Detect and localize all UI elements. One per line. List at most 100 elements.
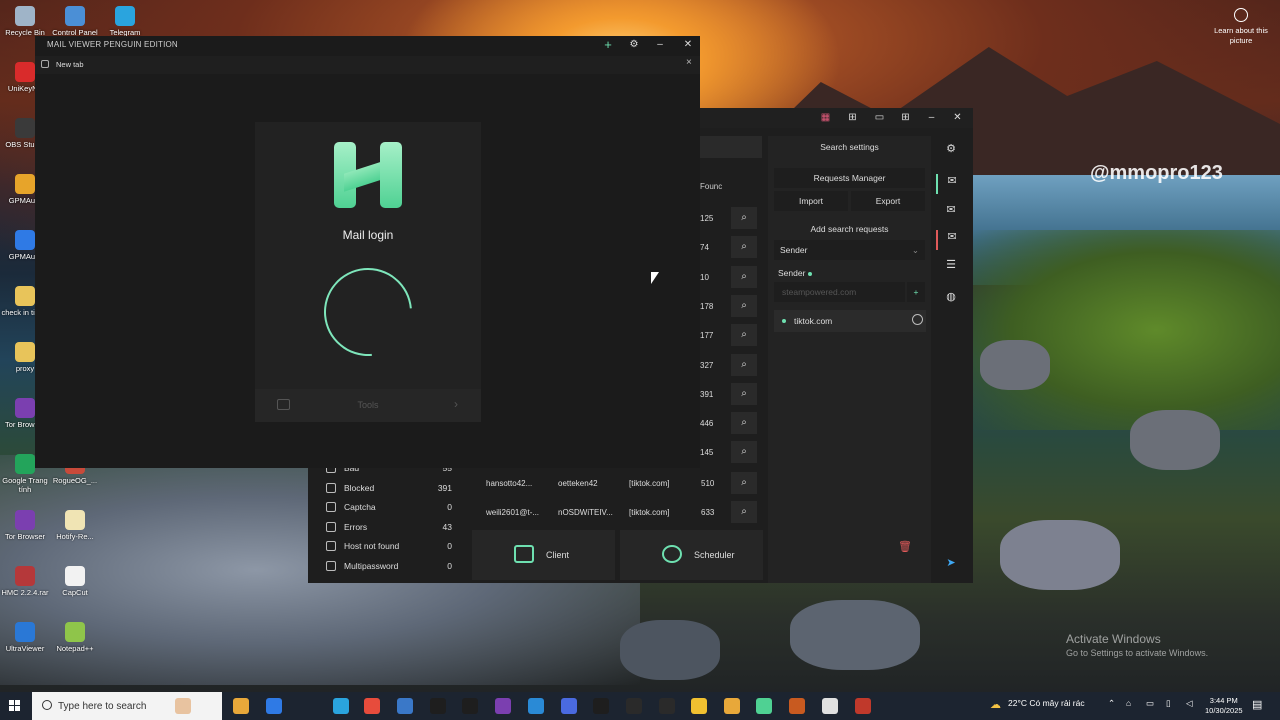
desktop-icon[interactable]: Control Panel: [50, 6, 100, 37]
taskbar-app-icon[interactable]: [789, 698, 805, 714]
settings-icon[interactable]: ⚙: [627, 38, 641, 52]
close-icon[interactable]: ✕: [681, 38, 695, 52]
stat-icon: [326, 521, 336, 532]
send-icon[interactable]: ➤: [936, 556, 966, 576]
taskbar-app-icon[interactable]: [430, 698, 446, 714]
stat-label: Blocked: [344, 482, 375, 493]
stat-row: Errors 43: [326, 521, 452, 537]
mouse-cursor: [651, 272, 659, 284]
search-icon[interactable]: ⌕: [731, 472, 757, 494]
taskbar-app-icon[interactable]: [626, 698, 642, 714]
taskbar-app-icon[interactable]: [659, 698, 675, 714]
export-button[interactable]: Export: [851, 191, 925, 211]
sender-input[interactable]: steampowered.com: [774, 282, 905, 302]
taskbar-app-icon[interactable]: [756, 698, 772, 714]
sender-select[interactable]: Sender ⌄: [774, 240, 925, 260]
desktop-icon[interactable]: Tor Browser: [0, 510, 50, 541]
desktop-icon[interactable]: Recycle Bin: [0, 6, 50, 37]
search-icon[interactable]: ⌕: [731, 324, 757, 347]
apps-icon[interactable]: ⊞: [847, 112, 858, 123]
tab-new[interactable]: New tab: [56, 60, 84, 69]
taskbar-app-icon[interactable]: [528, 698, 544, 714]
request-item[interactable]: tiktok.com: [774, 310, 926, 332]
taskbar-app-icon[interactable]: [561, 698, 577, 714]
search-icon[interactable]: ⌕: [731, 207, 757, 229]
close-icon[interactable]: ✕: [952, 112, 963, 123]
taskbar-app-icon[interactable]: [822, 698, 838, 714]
search-icon[interactable]: ⌕: [731, 501, 757, 523]
search-icon[interactable]: ⌕: [731, 441, 757, 464]
stat-row: Captcha 0: [326, 501, 452, 517]
tools-bar[interactable]: Tools ›: [255, 389, 481, 422]
weather-text[interactable]: 22°C Có mây rải rác: [1008, 698, 1085, 708]
stat-icon: [326, 541, 336, 552]
minimize-icon[interactable]: –: [926, 112, 937, 123]
start-button[interactable]: [9, 700, 21, 712]
volume-icon[interactable]: ◁: [1186, 698, 1193, 709]
taskbar-app-icon[interactable]: [333, 698, 349, 714]
globe-icon[interactable]: ◍: [936, 290, 966, 310]
import-button[interactable]: Import: [774, 191, 848, 211]
history-icon[interactable]: [912, 314, 923, 325]
app-icon: [15, 454, 35, 474]
taskbar-search[interactable]: Type here to search: [32, 692, 222, 720]
search-icon[interactable]: ⌕: [731, 294, 757, 317]
add-sender-button[interactable]: +: [907, 282, 925, 302]
desktop-icon[interactable]: Hotify-Re...: [50, 510, 100, 541]
taskbar-app-icon[interactable]: [691, 698, 707, 714]
client-button[interactable]: Client: [472, 530, 615, 580]
sender-label-text: Sender: [778, 268, 806, 278]
chevron-up-icon[interactable]: ⌃: [1108, 698, 1115, 709]
taskbar-app-icon[interactable]: [593, 698, 609, 714]
database-icon[interactable]: ☰: [936, 258, 966, 278]
notification-icon[interactable]: ▤: [1252, 698, 1262, 711]
taskbar-app-icon[interactable]: [175, 698, 191, 714]
learn-about-picture[interactable]: Learn about this picture: [1210, 8, 1272, 46]
trash-icon[interactable]: 🗑: [890, 540, 920, 560]
desktop-icon[interactable]: UltraViewer: [0, 622, 50, 653]
taskbar-app-icon[interactable]: [364, 698, 380, 714]
network-icon[interactable]: ⌂: [1126, 698, 1131, 708]
mail-icon[interactable]: ✉: [936, 174, 966, 194]
row-password: oetteken42: [558, 479, 598, 488]
requests-manager-button[interactable]: Requests Manager: [774, 168, 925, 188]
mail-check-icon[interactable]: ✉: [936, 203, 966, 223]
display-icon[interactable]: ▭: [1146, 698, 1154, 709]
stat-value: 0: [447, 541, 452, 552]
minimize-icon[interactable]: –: [653, 38, 667, 52]
taskbar-app-icon[interactable]: [266, 698, 282, 714]
folder-icon[interactable]: ▭: [874, 112, 885, 123]
scheduler-button[interactable]: Scheduler: [620, 530, 763, 580]
taskbar-app-icon[interactable]: [397, 698, 413, 714]
taskbar-app-icon[interactable]: [462, 698, 478, 714]
desktop-icon-label: Google Trang tính: [2, 476, 48, 494]
gear-icon[interactable]: ⚙: [936, 142, 966, 162]
taskbar-app-icon[interactable]: [855, 698, 871, 714]
search-icon[interactable]: ⌕: [731, 412, 757, 435]
desktop-icon[interactable]: HMC 2.2.4.rar: [0, 566, 50, 597]
clock[interactable]: 3:44 PM 10/30/2025: [1205, 696, 1243, 716]
search-icon[interactable]: ⌕: [731, 236, 757, 259]
close-tab-icon[interactable]: ×: [686, 57, 692, 68]
flag-icon[interactable]: ▦: [820, 112, 831, 123]
mail-alert-icon[interactable]: ✉: [936, 230, 966, 250]
row-user: hansotto42...: [486, 479, 533, 488]
app-icon: [15, 6, 35, 26]
windows-icon[interactable]: ⊞: [900, 112, 911, 123]
search-icon[interactable]: ⌕: [731, 353, 757, 376]
battery-icon[interactable]: ▯: [1166, 698, 1171, 709]
status-dot: [782, 319, 786, 323]
desktop-icon[interactable]: CapCut: [50, 566, 100, 597]
search-icon[interactable]: ⌕: [731, 265, 757, 288]
taskbar-app-icon[interactable]: [724, 698, 740, 714]
add-tab-button[interactable]: +: [601, 38, 615, 52]
app-icon: [15, 286, 35, 306]
sender-label: Sender: [778, 268, 812, 278]
desktop-icon[interactable]: Notepad++: [50, 622, 100, 653]
results-toolbar: [700, 136, 762, 158]
search-icon[interactable]: ⌕: [731, 382, 757, 405]
taskbar-app-icon[interactable]: [233, 698, 249, 714]
stat-icon: [326, 502, 336, 513]
taskbar-app-icon[interactable]: [495, 698, 511, 714]
desktop-icon[interactable]: Telegram: [100, 6, 150, 37]
